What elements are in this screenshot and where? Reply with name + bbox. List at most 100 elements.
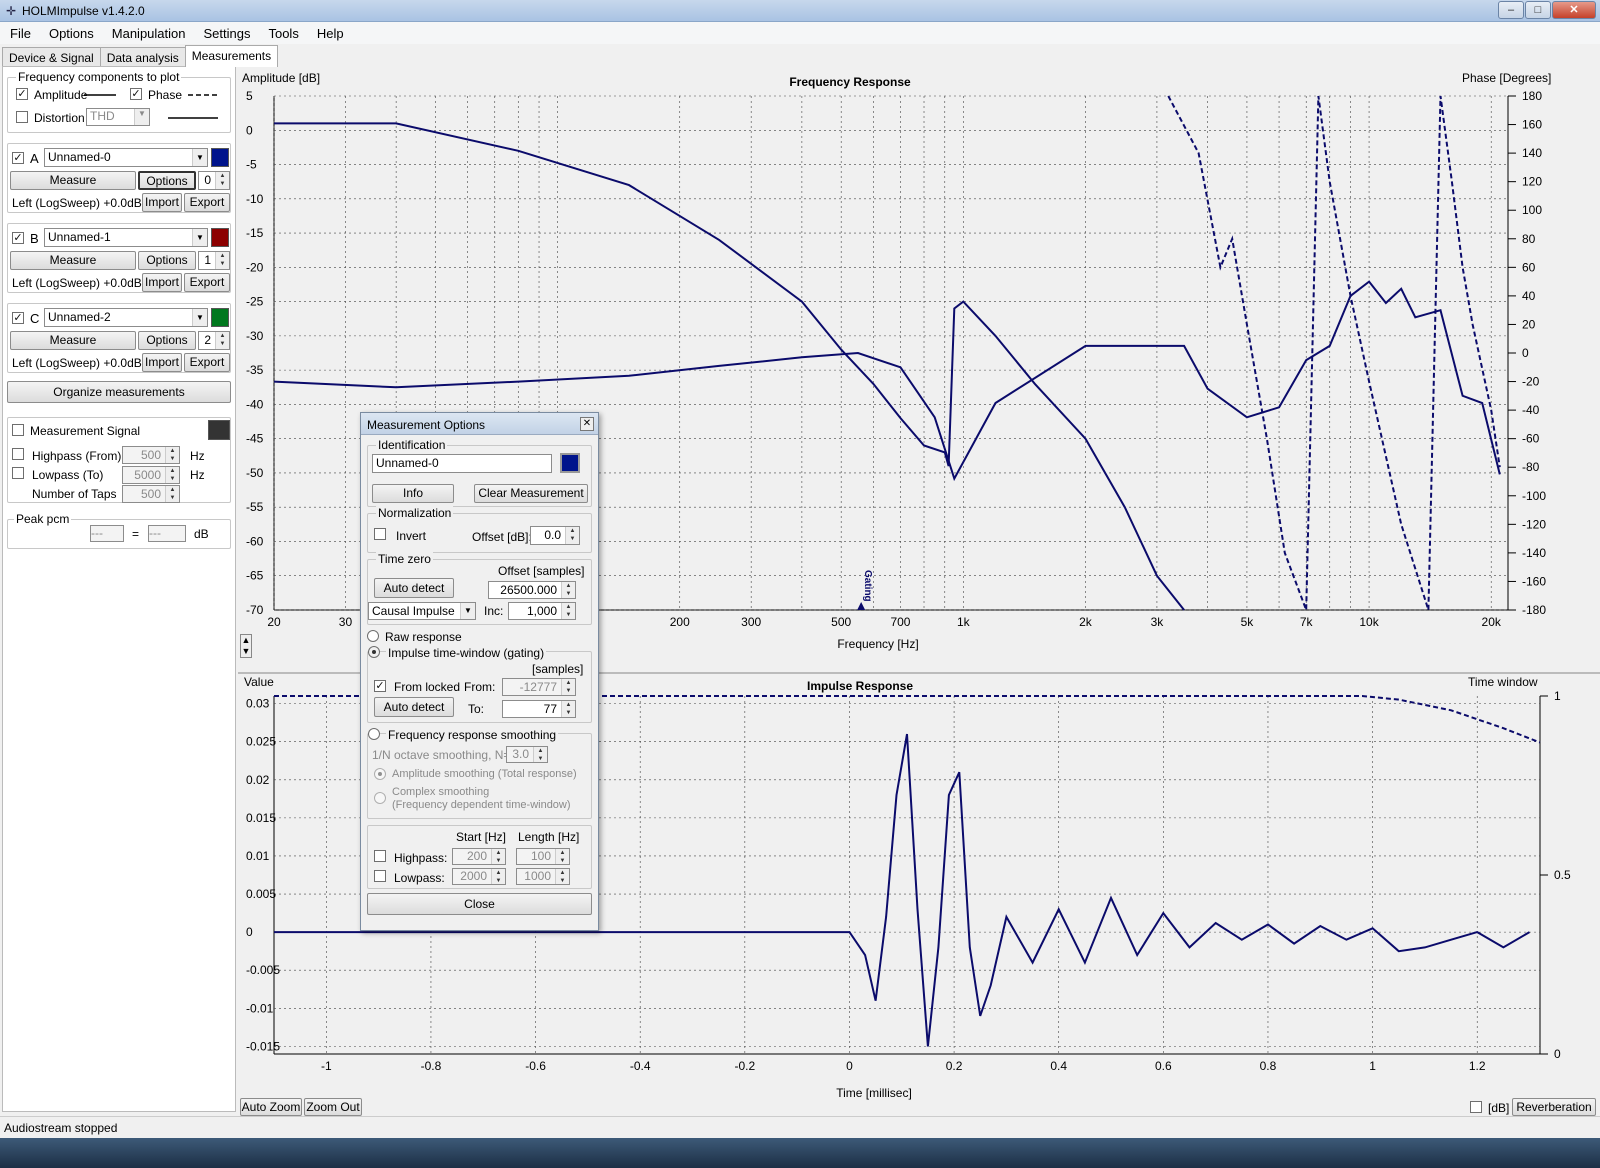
measure-b-button[interactable]: Measure xyxy=(10,251,136,270)
tab-data-analysis[interactable]: Data analysis xyxy=(99,47,186,67)
close-window-button[interactable]: ✕ xyxy=(1552,1,1596,19)
measurement-a-checkbox[interactable]: ✓ xyxy=(12,152,24,164)
filter-group: Start [Hz] Length [Hz] Highpass: 200 ▲ ▼ 1… xyxy=(367,825,592,889)
menu-file[interactable]: File xyxy=(2,26,39,41)
menu-settings[interactable]: Settings xyxy=(195,26,258,41)
dialog-close-button[interactable]: Close xyxy=(367,893,592,915)
measurement-c-index-spinner[interactable]: 2 ▲ ▼ xyxy=(198,331,230,350)
x-tick-label: 1k xyxy=(957,615,971,629)
measurement-b-name-select[interactable]: Unnamed-1 ▼ xyxy=(44,228,208,247)
highpass-start-spinner[interactable]: 200 ▲ ▼ xyxy=(452,848,506,865)
dialog-highpass-checkbox[interactable] xyxy=(374,850,386,862)
signal-color-swatch[interactable] xyxy=(208,420,230,440)
y-tick-label: 0.03 xyxy=(246,697,270,711)
export-a-button[interactable]: Export xyxy=(184,193,230,212)
y-tick-label: 0.025 xyxy=(246,735,276,749)
from-spinner[interactable]: -12777 ▲ ▼ xyxy=(502,678,576,696)
auto-zoom-button[interactable]: Auto Zoom xyxy=(240,1098,302,1116)
amplitude-checkbox[interactable]: ✓ xyxy=(16,88,28,100)
ir-title: Impulse Response xyxy=(807,679,913,693)
maximize-button[interactable]: □ xyxy=(1525,1,1551,19)
options-b-button[interactable]: Options xyxy=(138,251,196,270)
lowpass-start-spinner[interactable]: 2000 ▲ ▼ xyxy=(452,868,506,885)
options-a-button[interactable]: Options xyxy=(138,171,196,190)
options-c-button[interactable]: Options xyxy=(138,331,196,350)
menu-manipulation[interactable]: Manipulation xyxy=(104,26,194,41)
y2-tick-label: 60 xyxy=(1522,260,1536,274)
y2-tick-label: 0 xyxy=(1554,1047,1561,1061)
highpass-length-spinner[interactable]: 100 ▲ ▼ xyxy=(516,848,570,865)
lowpass-value: 5000 xyxy=(134,468,161,482)
organize-measurements-button[interactable]: Organize measurements xyxy=(7,381,231,403)
measurement-c-color-swatch[interactable] xyxy=(211,308,229,327)
y2-tick-label: -80 xyxy=(1522,460,1540,474)
import-a-button[interactable]: Import xyxy=(142,193,182,212)
splitter-arrows-icon[interactable]: ▲ ▼ xyxy=(240,634,252,658)
distortion-checkbox[interactable] xyxy=(16,111,28,123)
dialog-lowpass-checkbox[interactable] xyxy=(374,870,386,882)
from-locked-checkbox[interactable]: ✓ xyxy=(374,680,386,692)
info-button[interactable]: Info xyxy=(372,484,454,503)
export-c-button[interactable]: Export xyxy=(184,353,230,372)
measurement-b-color-swatch[interactable] xyxy=(211,228,229,247)
offset-samples-spinner[interactable]: 26500.000 ▲ ▼ xyxy=(488,581,576,599)
export-b-button[interactable]: Export xyxy=(184,273,230,292)
measure-c-button[interactable]: Measure xyxy=(10,331,136,350)
raw-response-radio[interactable] xyxy=(367,630,379,642)
tab-measurements[interactable]: Measurements xyxy=(184,45,279,67)
measurement-a-name-select[interactable]: Unnamed-0 ▼ xyxy=(44,148,208,167)
causal-impulse-select[interactable]: Causal Impulse ▼ xyxy=(368,602,476,620)
distortion-label: Distortion xyxy=(34,111,85,125)
measurement-c-checkbox[interactable]: ✓ xyxy=(12,312,24,324)
gating-radio[interactable] xyxy=(368,646,380,658)
amplitude-smoothing-radio[interactable] xyxy=(374,768,386,780)
menu-help[interactable]: Help xyxy=(309,26,352,41)
smoothing-radio[interactable] xyxy=(368,728,380,740)
tab-device-signal[interactable]: Device & Signal xyxy=(2,47,101,67)
octave-spinner[interactable]: 3.0 ▲ ▼ xyxy=(506,746,548,763)
lowpass-length-spinner[interactable]: 1000 ▲ ▼ xyxy=(516,868,570,885)
inc-spinner[interactable]: 1,000 ▲ ▼ xyxy=(508,602,576,620)
measurement-signal-checkbox[interactable] xyxy=(12,424,24,436)
clear-measurement-button[interactable]: Clear Measurement xyxy=(474,484,588,503)
y-tick-label: 0.015 xyxy=(246,811,276,825)
distortion-select[interactable]: THD ▼ xyxy=(86,108,150,126)
menu-tools[interactable]: Tools xyxy=(260,26,306,41)
invert-checkbox[interactable] xyxy=(374,528,386,540)
y2-tick-label: -140 xyxy=(1522,546,1546,560)
menu-options[interactable]: Options xyxy=(41,26,102,41)
import-b-button[interactable]: Import xyxy=(142,273,182,292)
highpass-checkbox[interactable] xyxy=(12,448,24,460)
x-tick-label: -0.6 xyxy=(525,1059,546,1073)
gating-marker-label[interactable]: Gating xyxy=(862,570,873,602)
measure-a-button[interactable]: Measure xyxy=(10,171,136,190)
db-checkbox[interactable] xyxy=(1470,1101,1482,1113)
fr-left-axis-label: Amplitude [dB] xyxy=(242,71,320,85)
complex-smoothing-radio[interactable] xyxy=(374,792,386,804)
db-label: [dB] xyxy=(1488,1101,1510,1115)
dialog-name-field[interactable]: Unnamed-0 xyxy=(372,454,552,473)
import-c-button[interactable]: Import xyxy=(142,353,182,372)
y-tick-label: 5 xyxy=(246,89,253,103)
dialog-close-icon[interactable]: ✕ xyxy=(580,417,594,431)
auto-detect-time-zero-button[interactable]: Auto detect xyxy=(374,578,454,598)
measurement-b-checkbox[interactable]: ✓ xyxy=(12,232,24,244)
y2-tick-label: 0.5 xyxy=(1554,868,1571,882)
measurement-a-index-spinner[interactable]: 0 ▲ ▼ xyxy=(198,171,230,190)
minimize-button[interactable]: – xyxy=(1498,1,1524,19)
measurement-a-color-swatch[interactable] xyxy=(211,148,229,167)
lowpass-spinner[interactable]: 5000 ▲ ▼ xyxy=(122,466,180,484)
reverberation-button[interactable]: Reverberation xyxy=(1512,1098,1596,1116)
lowpass-checkbox[interactable] xyxy=(12,467,24,479)
phase-checkbox[interactable]: ✓ xyxy=(130,88,142,100)
measurement-b-index-spinner[interactable]: 1 ▲ ▼ xyxy=(198,251,230,270)
dialog-color-swatch[interactable] xyxy=(560,453,580,473)
taps-spinner[interactable]: 500 ▲ ▼ xyxy=(122,485,180,503)
auto-detect-gating-button[interactable]: Auto detect xyxy=(374,697,454,717)
zoom-out-button[interactable]: Zoom Out xyxy=(304,1098,362,1116)
measurement-c-name-select[interactable]: Unnamed-2 ▼ xyxy=(44,308,208,327)
offset-db-spinner[interactable]: 0.0 ▲ ▼ xyxy=(530,526,580,545)
to-spinner[interactable]: 77 ▲ ▼ xyxy=(502,700,576,718)
highpass-spinner[interactable]: 500 ▲ ▼ xyxy=(122,446,180,464)
x-tick-label: 0.4 xyxy=(1050,1059,1067,1073)
